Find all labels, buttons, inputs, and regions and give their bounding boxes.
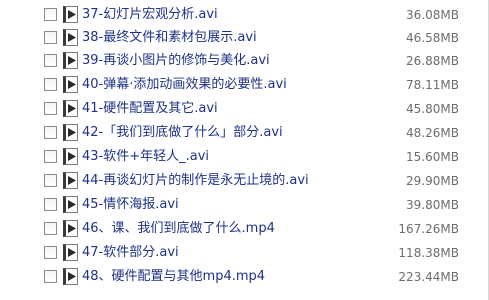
- file-size: 39.80MB: [406, 198, 459, 212]
- file-name[interactable]: 40-弹幕·添加动画效果的必要性.avi: [82, 77, 287, 93]
- row-checkbox[interactable]: [44, 31, 57, 44]
- file-list: 37-幻灯片宏观分析.avi 36.08MB 38-最终文件和素材包展示.avi…: [0, 0, 489, 300]
- row-checkbox[interactable]: [44, 8, 57, 21]
- row-checkbox[interactable]: [44, 150, 57, 163]
- video-file-icon: [63, 196, 78, 213]
- video-file-icon: [63, 100, 78, 117]
- file-row[interactable]: 44-再谈幻灯片的制作是永无止境的.avi 29.90MB: [0, 170, 486, 192]
- video-file-icon: [63, 124, 78, 141]
- file-name[interactable]: 44-再谈幻灯片的制作是永无止境的.avi: [82, 173, 309, 189]
- file-size: 167.26MB: [398, 222, 459, 236]
- file-row[interactable]: 48、硬件配置与其他mp4.mp4 223.44MB: [0, 266, 486, 288]
- file-row[interactable]: 37-幻灯片宏观分析.avi 36.08MB: [0, 4, 486, 26]
- video-file-icon: [63, 244, 78, 261]
- row-checkbox[interactable]: [44, 270, 57, 283]
- file-name[interactable]: 42-「我们到底做了什么」部分.avi: [82, 125, 283, 141]
- file-name[interactable]: 37-幻灯片宏观分析.avi: [82, 7, 218, 23]
- file-size: 78.11MB: [406, 78, 459, 92]
- file-name[interactable]: 47-软件部分.avi: [82, 245, 179, 261]
- video-file-icon: [63, 172, 78, 189]
- row-checkbox[interactable]: [44, 174, 57, 187]
- file-name[interactable]: 41-硬件配置及其它.avi: [82, 101, 218, 117]
- row-checkbox[interactable]: [44, 222, 57, 235]
- file-size: 29.90MB: [406, 174, 459, 188]
- file-size: 36.08MB: [406, 8, 459, 22]
- file-row[interactable]: 41-硬件配置及其它.avi 45.80MB: [0, 98, 486, 120]
- video-file-icon: [63, 6, 78, 23]
- row-checkbox[interactable]: [44, 78, 57, 91]
- file-row[interactable]: 40-弹幕·添加动画效果的必要性.avi 78.11MB: [0, 74, 486, 96]
- file-name[interactable]: 43-软件+年轻人_.avi: [82, 149, 209, 165]
- video-file-icon: [63, 220, 78, 237]
- video-file-icon: [63, 29, 78, 46]
- file-row[interactable]: 46、课、我们到底做了什么.mp4 167.26MB: [0, 218, 486, 240]
- row-checkbox[interactable]: [44, 102, 57, 115]
- file-row[interactable]: 39-再谈小图片的修饰与美化.avi 26.88MB: [0, 50, 486, 72]
- video-file-icon: [63, 268, 78, 285]
- file-size: 118.38MB: [398, 246, 459, 260]
- video-file-icon: [63, 52, 78, 69]
- video-file-icon: [63, 76, 78, 93]
- row-checkbox[interactable]: [44, 246, 57, 259]
- row-checkbox[interactable]: [44, 126, 57, 139]
- row-checkbox[interactable]: [44, 198, 57, 211]
- file-row[interactable]: 38-最终文件和素材包展示.avi 46.58MB: [0, 27, 486, 49]
- file-name[interactable]: 45-情怀海报.avi: [82, 197, 179, 213]
- file-size: 26.88MB: [406, 54, 459, 68]
- file-row[interactable]: 45-情怀海报.avi 39.80MB: [0, 194, 486, 216]
- file-row[interactable]: 47-软件部分.avi 118.38MB: [0, 242, 486, 264]
- file-size: 45.80MB: [406, 102, 459, 116]
- file-size: 223.44MB: [398, 270, 459, 284]
- file-size: 15.60MB: [406, 150, 459, 164]
- file-name[interactable]: 48、硬件配置与其他mp4.mp4: [82, 269, 265, 285]
- file-name[interactable]: 46、课、我们到底做了什么.mp4: [82, 221, 275, 237]
- file-name[interactable]: 38-最终文件和素材包展示.avi: [82, 30, 257, 46]
- video-file-icon: [63, 148, 78, 165]
- file-row[interactable]: 43-软件+年轻人_.avi 15.60MB: [0, 146, 486, 168]
- file-size: 46.58MB: [406, 31, 459, 45]
- file-size: 48.26MB: [406, 126, 459, 140]
- row-checkbox[interactable]: [44, 54, 57, 67]
- file-name[interactable]: 39-再谈小图片的修饰与美化.avi: [82, 53, 270, 69]
- file-row[interactable]: 42-「我们到底做了什么」部分.avi 48.26MB: [0, 122, 486, 144]
